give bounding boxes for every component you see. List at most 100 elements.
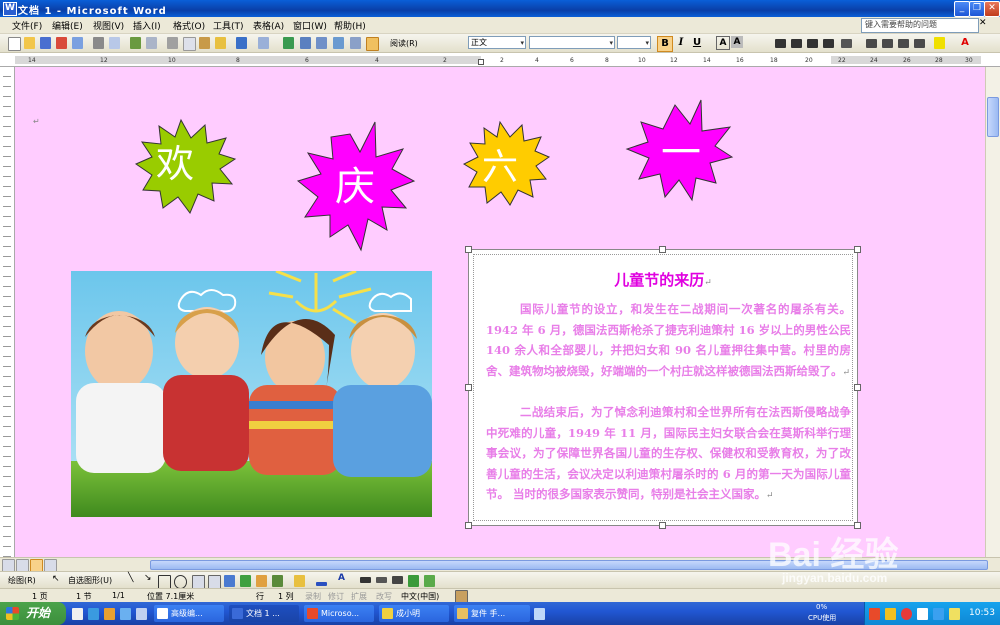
oval-tool-icon[interactable]	[174, 575, 187, 589]
tray-icon-5[interactable]	[933, 608, 944, 620]
line-color-icon[interactable]	[316, 582, 327, 586]
char-shading-button[interactable]: A	[731, 36, 743, 48]
line-style-icon[interactable]	[360, 577, 371, 583]
drawing-icon[interactable]	[366, 37, 379, 51]
tables-borders-icon[interactable]	[300, 37, 311, 49]
open-folder-icon[interactable]	[24, 37, 35, 49]
undo-icon[interactable]	[236, 37, 247, 49]
align-right-icon[interactable]	[807, 39, 818, 48]
quicklaunch-ie-icon[interactable]	[88, 608, 99, 620]
tray-icon-6[interactable]	[949, 608, 960, 620]
bold-button[interactable]: B	[657, 36, 673, 52]
menu-table[interactable]: 表格(A)	[253, 19, 284, 32]
word-app-icon[interactable]: W	[3, 2, 17, 16]
status-extend[interactable]: 扩展	[351, 591, 367, 602]
tray-icon-3[interactable]	[901, 608, 912, 620]
select-objects-icon[interactable]: ↖	[52, 574, 60, 584]
hyperlink-icon[interactable]	[283, 37, 294, 49]
resize-handle-e[interactable]	[854, 384, 861, 391]
line-spacing-icon[interactable]	[841, 39, 852, 48]
arrow-style-icon[interactable]	[392, 576, 403, 584]
char-border-button[interactable]: A	[716, 36, 730, 50]
justify-icon[interactable]	[823, 39, 834, 48]
start-button[interactable]: 开始	[0, 602, 66, 625]
italic-button[interactable]: I	[674, 36, 688, 50]
menu-view[interactable]: 视图(V)	[93, 19, 124, 32]
resize-handle-nw[interactable]	[465, 246, 472, 253]
taskbar-extra-icon[interactable]	[534, 608, 545, 620]
children-photo[interactable]	[71, 271, 432, 517]
status-track[interactable]: 修订	[328, 591, 344, 602]
clipart-icon[interactable]	[256, 575, 267, 587]
font-select[interactable]: ▾	[529, 36, 615, 49]
read-mode-button[interactable]: 阅读(R)	[390, 38, 418, 49]
shadow-style-icon[interactable]	[408, 575, 419, 587]
clock[interactable]: 10:53	[969, 608, 995, 618]
underline-button[interactable]: U	[690, 36, 704, 50]
indent-marker[interactable]	[478, 59, 484, 65]
task-copy-hand[interactable]: 复件 手...	[454, 605, 530, 622]
menu-insert[interactable]: 插入(I)	[133, 19, 161, 32]
task-document-1[interactable]: 文档 1 ...	[229, 605, 299, 622]
vertical-ruler[interactable]	[0, 67, 15, 557]
horizontal-scroll-thumb[interactable]	[150, 560, 988, 570]
tray-icon-4[interactable]	[917, 608, 928, 620]
vertical-textbox-tool-icon[interactable]	[208, 575, 221, 589]
quicklaunch-folder-icon[interactable]	[120, 608, 131, 620]
spelling-icon[interactable]	[130, 37, 141, 49]
vertical-scroll-thumb[interactable]	[987, 97, 999, 137]
text-box[interactable]: 儿童节的来历↵ 国际儿童节的设立，和发生在二战期间一次著名的屠杀有关。1942 …	[465, 246, 861, 529]
draw-menu-button[interactable]: 绘图(R)	[8, 575, 36, 586]
vertical-scrollbar[interactable]	[985, 67, 1000, 557]
resize-handle-ne[interactable]	[854, 246, 861, 253]
decrease-indent-icon[interactable]	[898, 39, 909, 48]
horizontal-ruler[interactable]: 14 12 10 8 6 4 2 2 4 6 8 10 12 14 16 18 …	[0, 54, 1000, 67]
research-icon[interactable]	[146, 37, 157, 49]
autoshapes-menu-button[interactable]: 自选图形(U)	[68, 575, 112, 586]
status-overtype[interactable]: 改写	[376, 591, 392, 602]
textbox-tool-icon[interactable]	[192, 575, 205, 589]
cut-icon[interactable]	[167, 37, 178, 49]
copy-icon[interactable]	[183, 37, 196, 51]
task-chengxiaoming[interactable]: 成小明	[379, 605, 449, 622]
maximize-button[interactable]: ❐	[969, 1, 985, 17]
dash-style-icon[interactable]	[376, 577, 387, 583]
font-color-draw-icon[interactable]: A	[338, 573, 345, 583]
line-tool-icon[interactable]: ╲	[128, 573, 133, 583]
print-icon[interactable]	[93, 37, 104, 49]
permission-icon[interactable]	[56, 37, 67, 49]
style-select[interactable]: 正文 ▾	[468, 36, 526, 49]
tray-icon-2[interactable]	[885, 608, 896, 620]
highlight-icon[interactable]	[934, 37, 945, 49]
font-color-button[interactable]: A	[958, 36, 972, 50]
rectangle-tool-icon[interactable]	[158, 575, 171, 589]
insert-picture-icon[interactable]	[272, 575, 283, 587]
print-preview-icon[interactable]	[109, 37, 120, 49]
columns-icon[interactable]	[350, 37, 361, 49]
wordart-icon[interactable]	[224, 575, 235, 587]
bullets-icon[interactable]	[882, 39, 893, 48]
numbering-icon[interactable]	[866, 39, 877, 48]
resize-handle-se[interactable]	[854, 522, 861, 529]
insert-table-icon[interactable]	[316, 37, 327, 49]
resize-handle-n[interactable]	[659, 246, 666, 253]
tray-icon-1[interactable]	[869, 608, 880, 620]
minimize-button[interactable]: _	[954, 1, 970, 17]
3d-style-icon[interactable]	[424, 575, 435, 587]
increase-indent-icon[interactable]	[914, 39, 925, 48]
menu-tools[interactable]: 工具(T)	[213, 19, 244, 32]
redo-icon[interactable]	[258, 37, 269, 49]
task-advanced-edit[interactable]: 高级编...	[154, 605, 224, 622]
email-icon[interactable]	[72, 37, 83, 49]
font-size-select[interactable]: ▾	[617, 36, 651, 49]
menu-format[interactable]: 格式(O)	[173, 19, 205, 32]
quicklaunch-media-icon[interactable]	[104, 608, 115, 620]
align-center-icon[interactable]	[791, 39, 802, 48]
menu-help[interactable]: 帮助(H)	[334, 19, 366, 32]
close-button[interactable]: ✕	[984, 1, 1000, 17]
paste-icon[interactable]	[199, 37, 210, 49]
format-painter-icon[interactable]	[215, 37, 226, 49]
resize-handle-sw[interactable]	[465, 522, 472, 529]
menu-window[interactable]: 窗口(W)	[293, 19, 327, 32]
quicklaunch-app-icon[interactable]	[136, 608, 147, 620]
